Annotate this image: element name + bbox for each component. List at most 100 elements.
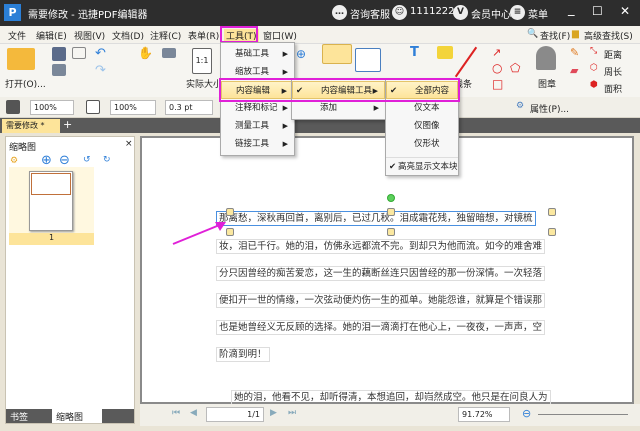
tab-bookmarks[interactable]: 书签 — [10, 410, 28, 423]
zoom-out-thumb-icon[interactable]: ⊖ — [59, 153, 70, 168]
prev-page-button[interactable]: ◀ — [190, 408, 197, 418]
tools-highlight-box — [220, 26, 258, 43]
arrow-tool-icon[interactable]: ↗ — [492, 46, 501, 59]
text-block[interactable]: 妆，泪已千行。她的泪，仿佛永远都流不完。到却只为他而流。如今的难舍难 — [216, 239, 546, 254]
menu-form[interactable]: 表单(R) — [188, 29, 219, 42]
pointer-arrow-icon — [172, 222, 226, 245]
menu-icon: ≡ — [510, 5, 525, 20]
stroke-opacity-select[interactable]: 100% — [110, 100, 156, 115]
text-block[interactable]: 便扣开一世的情缘，一次弦动便灼伤一生的孤单。她能怨谁，就算是个错误那 — [216, 293, 546, 308]
advanced-find-button[interactable]: 高级查找(S) — [584, 29, 633, 42]
main-menu-button[interactable]: 菜单 — [528, 6, 548, 21]
title-bar: P 需要修改 - 迅捷PDF编辑器 … 咨询客服 ☺ 1111222... V … — [0, 0, 640, 26]
thumbnail-item[interactable]: 1 — [9, 167, 94, 245]
menu-view[interactable]: 视图(V) — [74, 29, 105, 42]
menu-item-link[interactable]: 链接工具 ▶ — [221, 135, 294, 153]
close-button[interactable]: ✕ — [620, 4, 630, 18]
save-icon[interactable] — [52, 47, 66, 61]
rotate-right-icon[interactable]: ↻ — [103, 155, 111, 165]
redo-icon[interactable]: ↷ — [95, 63, 106, 78]
text-tool-icon[interactable]: T — [410, 45, 419, 60]
minimize-button[interactable]: _ — [568, 2, 575, 17]
text-block-selected[interactable]: 那离愁，深秋再回首，离别后，已过几秋。泪成霜花残，独留暗想，对镜梳 — [216, 211, 536, 226]
properties-button[interactable]: 属性(P)... — [530, 102, 569, 115]
line-tool-icon[interactable] — [454, 46, 478, 78]
fill-color-swatch[interactable] — [6, 100, 20, 114]
resize-handle[interactable] — [387, 208, 395, 216]
find-button[interactable]: 查找(F) — [540, 29, 570, 42]
menu-item-basic-tools[interactable]: 基础工具 ▶ — [221, 45, 294, 63]
undo-icon[interactable]: ↶ — [95, 46, 106, 61]
chevron-right-icon: ▶ — [282, 122, 288, 130]
page-thumbnail — [29, 171, 73, 231]
panel-close-button[interactable]: × — [125, 139, 133, 149]
menu-item-label: 基础工具 — [235, 49, 270, 59]
distance-button[interactable]: 距离 — [604, 48, 622, 61]
polygon-tool-icon[interactable]: ⬠ — [510, 61, 520, 75]
menu-comment[interactable]: 注释(C) — [150, 29, 181, 42]
resize-handle[interactable] — [226, 208, 234, 216]
menu-document[interactable]: 文档(D) — [112, 29, 144, 42]
actual-size-button[interactable]: 实际大小 — [186, 77, 222, 90]
stroke-width-select[interactable]: 0.3 pt — [165, 100, 213, 115]
text-block[interactable]: 她的泪，他看不见，却听得清，本想追回，却岿然成空。他只是在问良人为 — [231, 390, 551, 405]
rotate-left-icon[interactable]: ↺ — [83, 155, 91, 165]
resize-handle[interactable] — [548, 208, 556, 216]
zoom-in-icon[interactable]: ⊕ — [296, 47, 306, 61]
open-button[interactable]: 打开(O)... — [5, 77, 46, 90]
new-tab-button[interactable]: + — [63, 118, 72, 131]
snapshot-icon[interactable] — [162, 48, 176, 58]
advanced-find-icon: ▆ — [572, 29, 579, 39]
tab-label: 需要修改 * — [6, 121, 45, 130]
stamp-icon — [536, 46, 556, 70]
support-link[interactable]: 咨询客服 — [350, 6, 390, 21]
tab-thumbnails[interactable]: 缩略图 — [52, 409, 102, 423]
next-page-button[interactable]: ▶ — [270, 408, 277, 418]
menu-item-shape-only[interactable]: 仅形状 — [386, 135, 458, 153]
page-input[interactable]: 1/1 — [206, 407, 264, 422]
edit-document-icon[interactable] — [355, 48, 381, 72]
last-page-button[interactable]: ⏭ — [288, 408, 296, 418]
menu-window[interactable]: 窗口(W) — [263, 29, 297, 42]
tab-document[interactable]: 需要修改 * — [2, 119, 60, 133]
menu-item-label: 高亮显示文本块 — [398, 162, 458, 172]
zoom-out-button[interactable]: ⊖ — [522, 407, 531, 420]
vip-center-link[interactable]: 会员中心 — [471, 6, 511, 21]
text-block[interactable]: 分只因曾经的痴苦爱恋，这一生的藕断丝连只因曾经的那一份深情。一次轻落 — [216, 266, 546, 281]
pencil-icon[interactable]: ✎ — [570, 46, 579, 59]
stroke-color-swatch[interactable] — [86, 100, 100, 114]
content-edit-tool-icon[interactable] — [322, 44, 352, 64]
print-icon[interactable] — [52, 64, 66, 76]
text-block[interactable]: 也是她曾经义无反顾的选择。她的泪一滴滴打在他心上，一夜夜，一声声，空 — [216, 320, 546, 335]
rotate-handle[interactable] — [387, 194, 395, 202]
menu-edit[interactable]: 编辑(E) — [36, 29, 67, 42]
fill-opacity-select[interactable]: 100% — [30, 100, 74, 115]
menu-item-image-only[interactable]: 仅图像 — [386, 117, 458, 135]
area-button[interactable]: 面积 — [604, 82, 622, 95]
menu-item-label: 注释和标记 — [235, 103, 278, 113]
menu-item-measure[interactable]: 测量工具 ▶ — [221, 117, 294, 135]
ellipse-tool-icon[interactable]: ○ — [492, 61, 502, 75]
menu-item-highlight-text-blocks[interactable]: ✔ 高亮显示文本块 — [386, 157, 458, 175]
stamp-button[interactable]: 图章 — [538, 77, 556, 90]
first-page-button[interactable]: ⏮ — [172, 408, 180, 418]
menu-file[interactable]: 文件 — [8, 29, 26, 42]
rectangle-tool-icon[interactable]: □ — [492, 77, 503, 91]
zoom-slider[interactable] — [538, 414, 628, 415]
resize-handle[interactable] — [548, 228, 556, 236]
text-block[interactable]: 阶滴到明！ — [216, 347, 270, 362]
properties-icon: ⚙ — [516, 101, 525, 111]
maximize-button[interactable]: ☐ — [592, 4, 603, 18]
eraser-icon[interactable]: ▰ — [570, 64, 578, 77]
resize-handle[interactable] — [387, 228, 395, 236]
zoom-select[interactable]: 91.72% — [458, 407, 510, 422]
email-icon[interactable] — [72, 47, 86, 59]
navigation-bar: ⏮ ◀ 1/1 ▶ ⏭ 91.72% ⊖ — [140, 404, 640, 426]
settings-icon[interactable]: ⚙ — [10, 156, 18, 166]
vip-icon: V — [453, 5, 468, 20]
zoom-in-thumb-icon[interactable]: ⊕ — [41, 153, 52, 168]
thumbnail-page-number: 1 — [9, 233, 94, 245]
note-icon[interactable] — [437, 46, 453, 59]
perimeter-button[interactable]: 周长 — [604, 65, 622, 78]
hand-icon[interactable]: ✋ — [138, 46, 153, 60]
